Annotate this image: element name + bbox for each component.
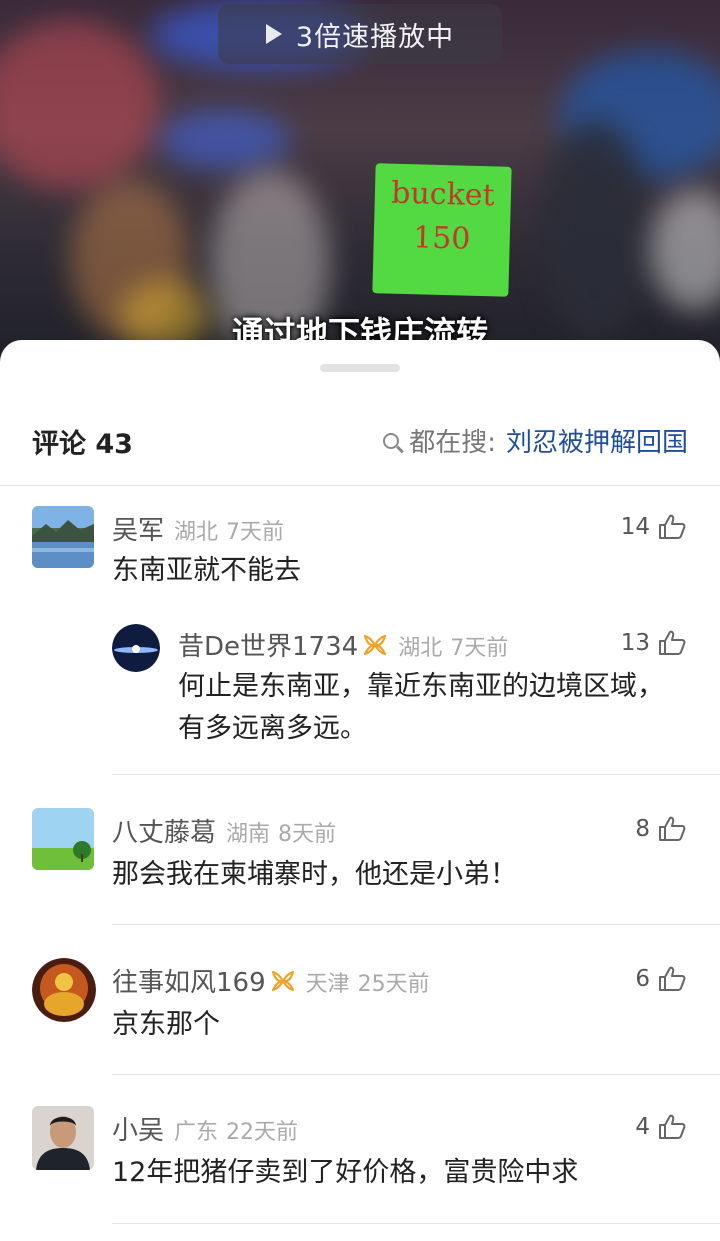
comment-divider <box>112 1074 720 1075</box>
avatar[interactable] <box>32 1106 94 1170</box>
thumbs-up-icon <box>659 816 686 841</box>
avatar[interactable] <box>112 624 160 672</box>
header-divider <box>0 485 720 486</box>
thumbs-up-icon <box>659 514 686 539</box>
comment-meta: 小吴 广东 22天前 <box>112 1110 298 1147</box>
play-icon <box>265 24 282 44</box>
like-button[interactable]: 6 <box>635 966 686 992</box>
gold-ribbon-badge-icon <box>364 634 387 655</box>
trending-search-link[interactable]: 都在搜: 刘忍被押解回国 <box>383 422 688 459</box>
search-label: 都在搜: <box>409 428 496 458</box>
comment-text-line: 何止是东南亚，靠近东南亚的边境区域， <box>178 671 664 702</box>
comment-text-line: 有多远离多远。 <box>178 713 367 744</box>
avatar[interactable] <box>32 958 96 1022</box>
like-count: 4 <box>635 1114 650 1140</box>
comments-count-title: 评论 43 <box>32 429 133 460</box>
like-button[interactable]: 8 <box>635 816 686 842</box>
avatar[interactable] <box>32 506 94 568</box>
comment-text: 东南亚就不能去 <box>112 555 301 586</box>
username[interactable]: 吴军 <box>112 510 164 547</box>
playback-speed-indicator[interactable]: 3倍速播放中 <box>218 4 502 64</box>
avatar[interactable] <box>32 808 94 870</box>
like-count: 13 <box>620 630 650 656</box>
comments-header: 评论 43 都在搜: 刘忍被押解回国 <box>0 408 720 478</box>
comment-divider <box>112 1223 720 1224</box>
green-price-sign: bucket 150 <box>372 163 512 297</box>
search-term[interactable]: 刘忍被押解回国 <box>506 422 688 459</box>
comment-meta: 昔De世界1734 湖北 7天前 <box>178 626 508 663</box>
username[interactable]: 小吴 <box>112 1110 164 1147</box>
user-location: 湖南 <box>226 822 271 847</box>
like-button[interactable]: 4 <box>635 1114 686 1140</box>
video-player[interactable]: 3倍速播放中 bucket 150 通过地下钱庄流转 <box>0 0 720 370</box>
thumbs-up-icon <box>659 630 686 655</box>
user-location: 湖北 <box>398 636 443 661</box>
thumbs-up-icon <box>659 1114 686 1139</box>
search-icon <box>383 432 400 449</box>
like-count: 14 <box>620 514 650 540</box>
sheet-drag-handle[interactable] <box>320 364 400 372</box>
comment-meta: 吴军 湖北 7天前 <box>112 510 284 547</box>
comment-divider <box>112 774 720 775</box>
comment-divider <box>112 924 720 925</box>
like-count: 8 <box>635 816 650 842</box>
playback-speed-label: 3倍速播放中 <box>295 21 455 53</box>
sign-line-1: bucket <box>390 175 496 214</box>
username[interactable]: 昔De世界1734 <box>178 626 358 663</box>
username[interactable]: 八丈藤葛 <box>112 812 216 849</box>
comment-text: 12年把猪仔卖到了好价格，富贵险中求 <box>112 1157 579 1188</box>
comment-text: 京东那个 <box>112 1009 220 1040</box>
comment-time: 8天前 <box>278 822 337 847</box>
thumbs-up-icon <box>659 966 686 991</box>
comments-sheet: 评论 43 都在搜: 刘忍被押解回国 吴军 湖北 7天前 14 东南亚就不能去 … <box>0 340 720 1241</box>
comment-time: 25天前 <box>357 972 430 997</box>
comment-time: 22天前 <box>226 1120 299 1145</box>
user-location: 广东 <box>174 1120 219 1145</box>
user-location: 天津 <box>305 972 350 997</box>
like-count: 6 <box>635 966 650 992</box>
gold-ribbon-badge-icon <box>271 970 294 991</box>
comment-meta: 往事如风169 天津 25天前 <box>112 962 430 999</box>
like-button[interactable]: 14 <box>621 514 686 540</box>
comment-time: 7天前 <box>450 636 509 661</box>
username[interactable]: 往事如风169 <box>112 962 266 999</box>
comment-time: 7天前 <box>226 520 285 545</box>
like-button[interactable]: 13 <box>621 630 686 656</box>
comment-text: 那会我在柬埔寨时，他还是小弟！ <box>112 859 517 890</box>
user-location: 湖北 <box>174 520 219 545</box>
comment-meta: 八丈藤葛 湖南 8天前 <box>112 812 336 849</box>
sign-line-2: 150 <box>412 220 471 257</box>
